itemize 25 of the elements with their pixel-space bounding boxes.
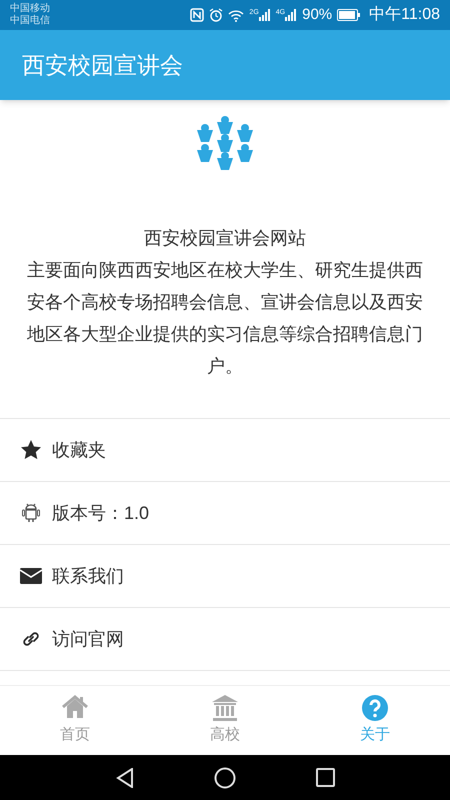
about-description: 主要面向陕西西安地区在校大学生、研究生提供西安各个高校专场招聘会信息、宣讲会信息以及西安地区各大型企业提供的实习信息等综合招聘信息门户。 [27,259,423,378]
help-icon [361,694,389,722]
signal-icon [285,9,298,21]
app-title: 西安校园宣讲会 [22,50,183,80]
android-icon [20,502,42,524]
star-icon [20,439,42,461]
home-button-icon[interactable] [214,766,236,788]
menu-row[interactable]: 联系我们 [0,545,450,608]
battery-icon [337,9,362,21]
alarm-icon [209,8,224,22]
clock: 中午11:08 [369,4,440,25]
carrier-name: 中国电信 [10,15,50,27]
menu-row[interactable]: 版本号：1.0 [0,482,450,545]
about-title: 西安校园宣讲会网站 [144,227,306,250]
recents-icon[interactable] [316,768,334,787]
signal-icon [258,9,271,21]
building-icon [211,694,239,722]
carrier-name: 中国移动 [10,3,50,14]
battery-percent: 90% [302,4,332,25]
envelope-icon [20,565,42,587]
menu-row[interactable]: 访问官网 [0,608,450,671]
back-icon[interactable] [116,768,134,788]
wifi-icon [228,8,244,22]
menu-row[interactable]: 收藏夹 [0,419,450,482]
nfc-icon [190,8,204,22]
